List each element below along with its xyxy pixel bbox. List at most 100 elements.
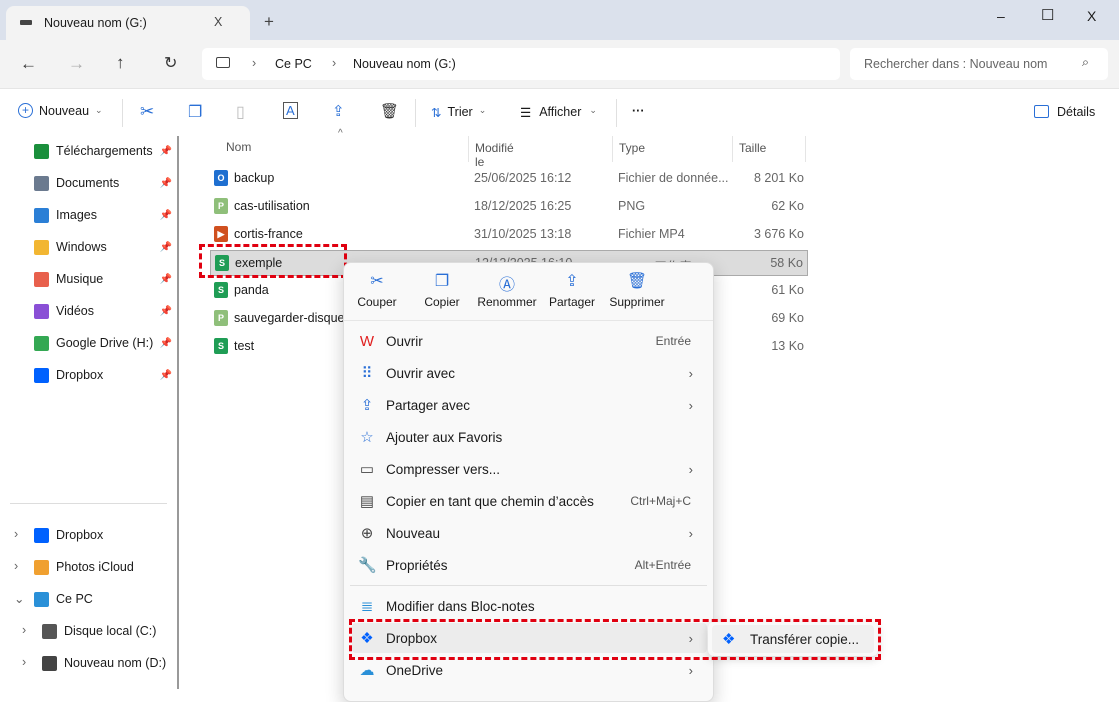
cut-icon[interactable]: ✂ xyxy=(140,102,154,122)
sidebar-scrollbar[interactable] xyxy=(177,136,179,689)
menu-item-ouvrir[interactable]: W Ouvrir Entrée xyxy=(352,326,707,356)
file-size: 8 201 Ko xyxy=(753,171,804,185)
modifier-dans-bloc-notes-icon: ≣ xyxy=(360,598,374,615)
nouveau-icon: ⊕ xyxy=(360,525,374,542)
plus-circle-icon: + xyxy=(18,103,33,118)
pin-icon: 📌 xyxy=(159,369,172,381)
search-placeholder: Rechercher dans : Nouveau nom xyxy=(864,57,1048,71)
paste-icon[interactable]: ▯ xyxy=(236,102,245,122)
expand-chevron-icon[interactable]: ⌄ xyxy=(14,591,24,606)
tab-nouveau-nom-g[interactable]: Nouveau nom (G:) X xyxy=(6,6,250,40)
file-row[interactable]: Pcas-utilisation 18/12/2025 16:25 PNG 62 Ko xyxy=(210,194,808,220)
up-icon[interactable]: ↑ xyxy=(116,53,125,73)
highlight-selected-file xyxy=(199,244,347,278)
sidebar-divider xyxy=(10,503,167,504)
sidebar-item[interactable]: Vidéos 📌 xyxy=(34,299,174,323)
rename-icon[interactable]: A xyxy=(283,102,298,119)
partager-avec-icon: ⇪ xyxy=(360,397,374,414)
submenu-arrow-icon: › xyxy=(688,365,693,381)
menu-item-partager-avec[interactable]: ⇪ Partager avec › xyxy=(352,390,707,420)
sidebar-item[interactable]: Images 📌 xyxy=(34,203,174,227)
sidebar-tree-item[interactable]: Nouveau nom (D:) xyxy=(42,651,182,675)
file-type: Fichier MP4 xyxy=(618,227,685,241)
new-button[interactable]: + Nouveau ⌄ xyxy=(18,103,103,118)
quick-action-rename[interactable]: Ⓐ Renommer xyxy=(476,271,538,309)
file-modified: 25/06/2025 16:12 xyxy=(474,171,572,185)
sidebar-item[interactable]: Google Drive (H:) 📌 xyxy=(34,331,174,355)
chevron-right-icon: › xyxy=(332,56,337,70)
maximize-button[interactable]: ☐ xyxy=(1041,6,1054,24)
column-header-size[interactable]: Taille xyxy=(732,136,806,162)
column-header-modified[interactable]: Modifié le xyxy=(468,136,514,169)
sidebar-item[interactable]: Dropbox 📌 xyxy=(34,363,174,387)
quick-action-copy[interactable]: ❐ Copier xyxy=(411,271,473,309)
quick-action-label: Copier xyxy=(424,295,460,309)
folder-icon xyxy=(34,271,49,287)
shortcut-text: Alt+Entrée xyxy=(634,558,691,572)
refresh-icon[interactable]: ↻ xyxy=(164,53,177,73)
file-type: Fichier de donnée... xyxy=(618,171,728,185)
quick-action-cut[interactable]: ✂ Couper xyxy=(346,271,408,309)
sidebar-tree-item[interactable]: Dropbox xyxy=(34,523,174,547)
menu-item-compresser-vers-[interactable]: ▭ Compresser vers... › xyxy=(352,454,707,484)
tab-close-button[interactable]: X xyxy=(214,15,222,29)
expand-chevron-icon[interactable]: › xyxy=(14,527,18,541)
pin-icon: 📌 xyxy=(159,305,172,317)
address-field[interactable]: › Ce PC › Nouveau nom (G:) xyxy=(202,48,840,80)
menu-item-ouvrir-avec[interactable]: ⠿ Ouvrir avec › xyxy=(352,358,707,388)
divider xyxy=(616,99,617,127)
menu-item-nouveau[interactable]: ⊕ Nouveau › xyxy=(352,518,707,548)
details-button[interactable]: Détails xyxy=(1034,105,1095,119)
menu-item-modifier-dans-bloc-notes[interactable]: ≣ Modifier dans Bloc-notes xyxy=(352,591,707,621)
column-header-type[interactable]: Type xyxy=(612,136,645,162)
sidebar-tree-item[interactable]: Disque local (C:) xyxy=(42,619,182,643)
sidebar-item[interactable]: Documents 📌 xyxy=(34,171,174,195)
expand-chevron-icon[interactable]: › xyxy=(14,559,18,573)
copy-icon[interactable]: ❐ xyxy=(188,102,202,122)
file-size: 62 Ko xyxy=(771,199,804,213)
forward-icon[interactable]: → xyxy=(68,54,85,74)
rename-icon: Ⓐ xyxy=(498,277,515,294)
file-name: backup xyxy=(234,171,275,185)
sidebar-item-label: Dropbox xyxy=(56,368,104,382)
menu-item-ajouter-aux-favoris[interactable]: ☆ Ajouter aux Favoris xyxy=(352,422,707,452)
view-button[interactable]: ☰ Afficher ⌄ xyxy=(520,105,597,120)
sidebar-item-label: Téléchargements xyxy=(56,144,153,158)
expand-chevron-icon[interactable]: › xyxy=(22,623,26,637)
new-tab-button[interactable]: + xyxy=(264,12,274,32)
breadcrumb-drive[interactable]: Nouveau nom (G:) xyxy=(353,57,456,71)
file-type-icon: ▶ xyxy=(214,226,228,242)
expand-chevron-icon[interactable]: › xyxy=(22,655,26,669)
sidebar-item[interactable]: Téléchargements 📌 xyxy=(34,139,174,163)
sidebar-item-label: Google Drive (H:) xyxy=(56,336,154,350)
compresser-vers--icon: ▭ xyxy=(359,461,375,478)
back-icon[interactable]: ← xyxy=(20,54,37,74)
close-button[interactable]: X xyxy=(1087,8,1096,24)
file-name: test xyxy=(234,339,255,353)
breadcrumb-ce-pc[interactable]: Ce PC xyxy=(275,57,312,71)
sidebar-item-label: Ce PC xyxy=(56,592,93,606)
file-row[interactable]: Obackup 25/06/2025 16:12 Fichier de donnée… xyxy=(210,166,808,192)
sidebar-item-label: Dropbox xyxy=(56,528,104,542)
sidebar-item[interactable]: Musique 📌 xyxy=(34,267,174,291)
search-input[interactable]: Rechercher dans : Nouveau nom ⌕ xyxy=(850,48,1108,80)
share-icon[interactable]: ⇪ xyxy=(332,102,345,120)
file-modified: 31/10/2025 13:18 xyxy=(474,227,572,241)
quick-action-delete[interactable]: 🗑 Supprimer xyxy=(606,271,668,309)
quick-action-label: Renommer xyxy=(477,295,537,309)
sort-icon: ⇅ xyxy=(431,106,442,120)
delete-icon[interactable]: 🗑 xyxy=(380,102,399,120)
more-options-button[interactable]: ··· xyxy=(632,104,645,118)
sidebar-tree-item[interactable]: Ce PC xyxy=(34,587,174,611)
menu-item-copier-en-tant-que-chemin-d-acc-s[interactable]: ▤ Copier en tant que chemin d’accès Ctrl+M… xyxy=(352,486,707,516)
sidebar-item[interactable]: Windows 📌 xyxy=(34,235,174,259)
pin-icon: 📌 xyxy=(159,241,172,253)
sidebar-tree-item[interactable]: Photos iCloud xyxy=(34,555,174,579)
menu-item-propri-t-s[interactable]: 🔧 Propriétés Alt+Entrée xyxy=(352,550,707,580)
quick-action-share[interactable]: ⇪ Partager xyxy=(541,271,603,309)
minimize-button[interactable]: – xyxy=(997,8,1005,24)
location-icon xyxy=(34,591,49,607)
column-header-name[interactable]: Nom xyxy=(226,140,251,160)
tab-title: Nouveau nom (G:) xyxy=(44,16,147,30)
sort-button[interactable]: ⇅ Trier ⌄ xyxy=(431,105,486,120)
